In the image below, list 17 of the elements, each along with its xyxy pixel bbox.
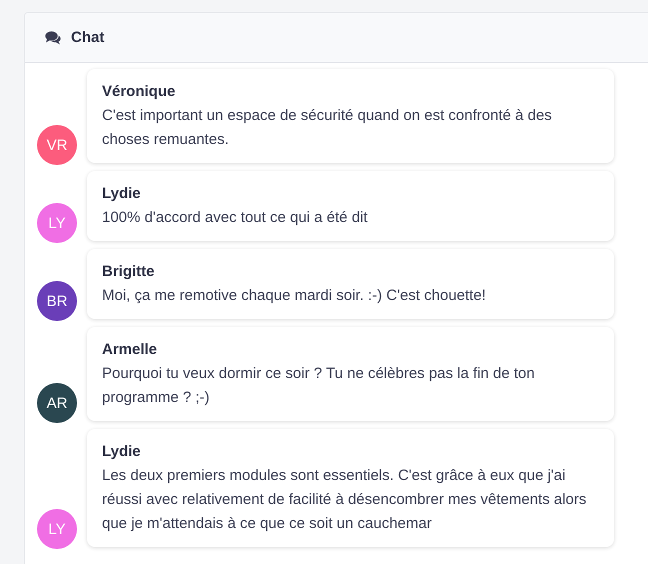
message-text: Pourquoi tu veux dormir ce soir ? Tu ne célèbres pas la fin de ton programme ? ;-) xyxy=(102,364,536,408)
author-name: Brigitte xyxy=(102,262,156,282)
avatar: BR xyxy=(37,281,77,321)
author-name: Lydie xyxy=(102,442,142,462)
message-text: C'est important un espace de sécurité quand on est confronté à des choses remuantes. xyxy=(102,106,553,150)
avatar: LY xyxy=(37,509,77,549)
chat-icon xyxy=(45,30,61,44)
author-name: Véronique xyxy=(102,82,176,102)
panel-title: Chat xyxy=(71,29,104,46)
avatar: AR xyxy=(37,383,77,423)
avatar: VR xyxy=(37,125,77,165)
message-text: 100% d'accord avec tout ce qui a été dit xyxy=(102,208,369,228)
message-text: Les deux premiers modules sont essentiels. C'est grâce à eux que j'ai réussi avec relativement de facilité à désencombrer mes vêtements alors que je m'attendais à ce que ce soit un cauchemar xyxy=(102,466,588,534)
author-name: Armelle xyxy=(102,340,158,360)
author-name: Lydie xyxy=(102,184,142,204)
avatar: LY xyxy=(37,203,77,243)
message-text: Moi, ça me remotive chaque mardi soir. :-) C'est chouette! xyxy=(102,286,487,306)
